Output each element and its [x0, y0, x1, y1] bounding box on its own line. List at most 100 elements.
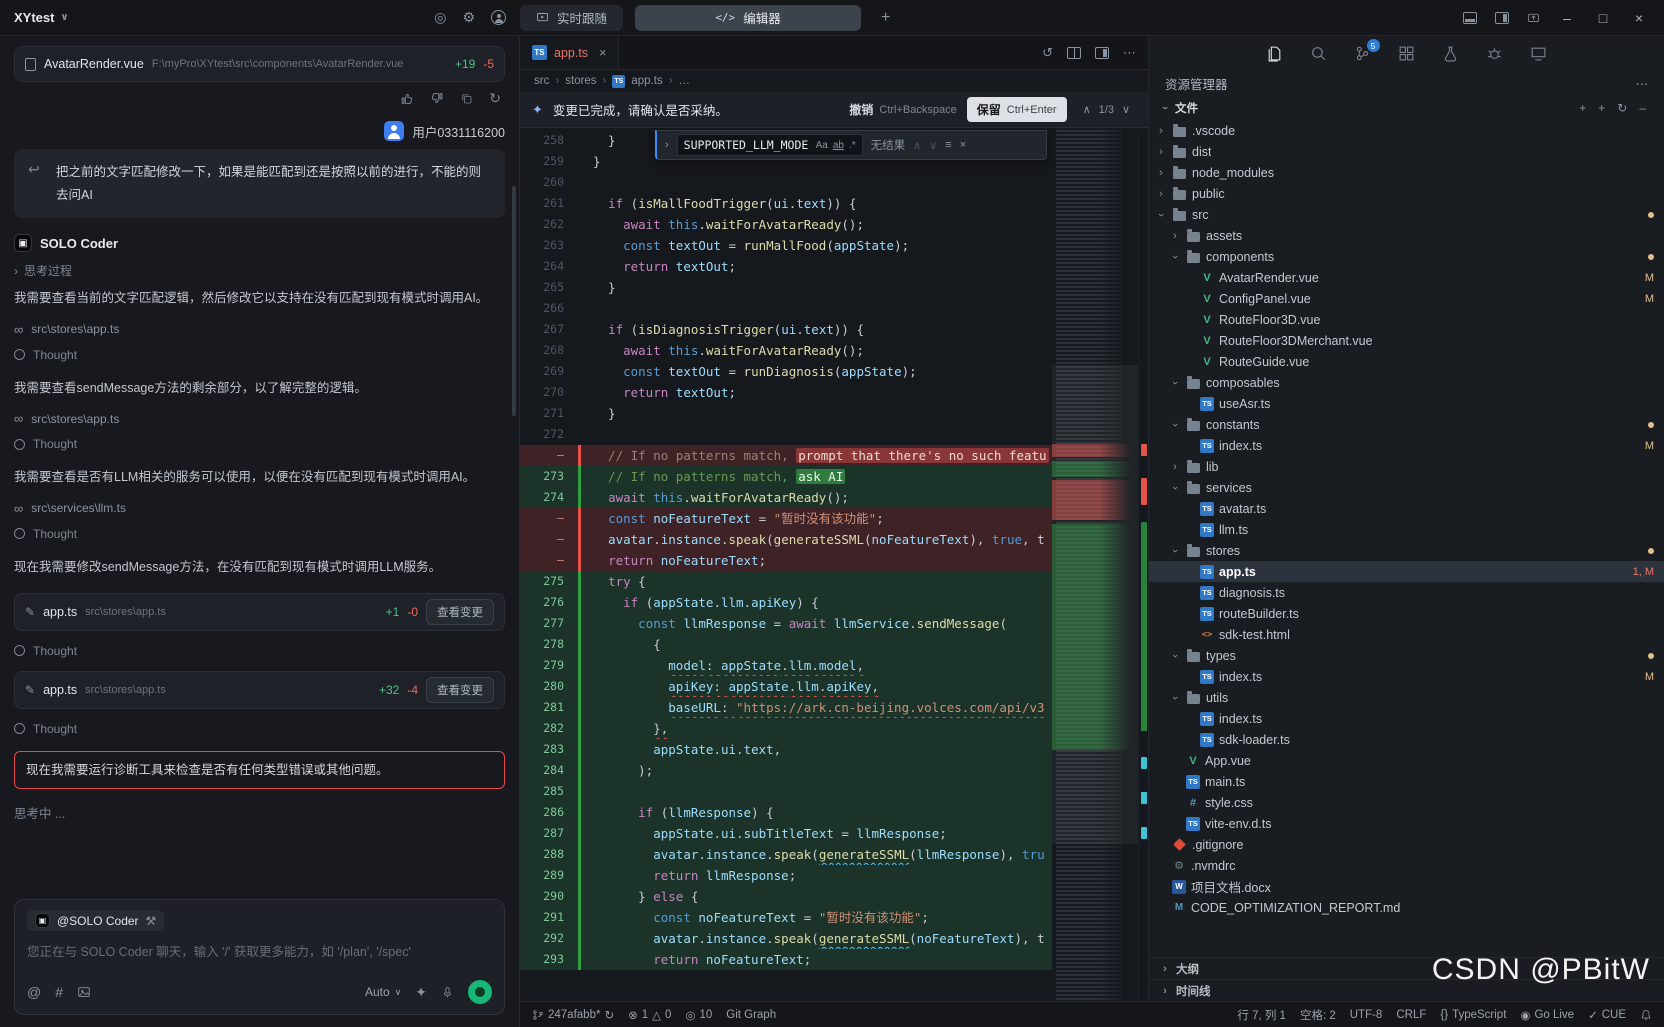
tree-item[interactable]: ›⚙.nvmdrc	[1149, 855, 1664, 876]
more-actions-icon[interactable]: ⋯	[1636, 76, 1649, 91]
cursor-position-item[interactable]: 行 7, 列 1	[1237, 1007, 1286, 1023]
problems-item[interactable]: ⊗1 △0	[628, 1008, 671, 1022]
tree-item[interactable]: ›TSindex.ts	[1149, 708, 1664, 729]
code-line[interactable]: 288 avatar.instance.speak(generateSSML(l…	[520, 844, 1052, 865]
code-line[interactable]: 290 } else {	[520, 886, 1052, 907]
file-reference[interactable]: ∞src\stores\app.ts	[14, 411, 505, 426]
regex-icon[interactable]: .*	[849, 140, 856, 151]
code-line[interactable]: 270 return textOut;	[520, 382, 1052, 403]
code-line[interactable]: 272	[520, 424, 1052, 445]
code-line[interactable]: 271 }	[520, 403, 1052, 424]
code-line[interactable]: – const noFeatureText = "暂时没有该功能";	[520, 508, 1052, 529]
target-icon[interactable]: ◎	[434, 9, 446, 26]
tree-item[interactable]: ›components	[1149, 246, 1664, 267]
history-icon[interactable]: ↺	[1042, 45, 1053, 61]
tree-item[interactable]: ›services	[1149, 477, 1664, 498]
project-menu[interactable]: XYtest ∨	[14, 10, 69, 25]
code-line[interactable]: 273 // If no patterns match, ask AI	[520, 466, 1052, 487]
code-line[interactable]: 268 await this.waitForAvatarReady();	[520, 340, 1052, 361]
code-line[interactable]: 284 );	[520, 760, 1052, 781]
new-folder-icon[interactable]: +	[1598, 101, 1605, 115]
tree-item[interactable]: ›VApp.vue	[1149, 750, 1664, 771]
sparkle-icon[interactable]: ✦	[415, 984, 427, 1001]
encoding-item[interactable]: UTF-8	[1350, 1009, 1383, 1021]
breadcrumb-stores[interactable]: stores	[565, 75, 596, 87]
chat-input[interactable]: 您正在与 SOLO Coder 聊天，输入 '/' 获取更多能力，如 '/pla…	[27, 941, 492, 960]
breadcrumb[interactable]: src› stores› TS app.ts› …	[520, 70, 1148, 92]
undo-changes-button[interactable]: 撤销 Ctrl+Backspace	[849, 101, 956, 118]
tree-item[interactable]: ›#style.css	[1149, 792, 1664, 813]
tree-item[interactable]: ›stores	[1149, 540, 1664, 561]
tree-item[interactable]: ›MCODE_OPTIMIZATION_REPORT.md	[1149, 897, 1664, 918]
language-item[interactable]: {}TypeScript	[1440, 1009, 1506, 1021]
editor-tab-app-ts[interactable]: TS app.ts ×	[520, 36, 619, 69]
minimap[interactable]	[1052, 130, 1138, 1001]
regenerate-icon[interactable]: ↻	[489, 90, 501, 107]
code-line[interactable]: 292 avatar.instance.speak(generateSSML(n…	[520, 928, 1052, 949]
toggle-sidebar-icon[interactable]	[1495, 12, 1509, 24]
tree-item[interactable]: ›.gitignore	[1149, 834, 1664, 855]
find-prev-icon[interactable]: ∧	[913, 139, 921, 152]
minimize-button[interactable]: –	[1558, 10, 1576, 26]
breadcrumb-file[interactable]: app.ts	[631, 75, 662, 87]
git-branch-item[interactable]: 247afabb* ↻	[532, 1008, 614, 1022]
tree-item[interactable]: ›TSllm.ts	[1149, 519, 1664, 540]
maximize-button[interactable]: □	[1594, 10, 1612, 26]
sync-icon[interactable]: ↻	[604, 1008, 614, 1022]
tree-item[interactable]: ›TSmain.ts	[1149, 771, 1664, 792]
code-line[interactable]: 261 if (isMallFoodTrigger(ui.text)) {	[520, 193, 1052, 214]
match-case-icon[interactable]: Aa	[816, 140, 828, 151]
whole-word-icon[interactable]: ab	[833, 140, 844, 151]
tree-item[interactable]: ›W项目文档.docx	[1149, 876, 1664, 897]
tree-item[interactable]: ›TSsdk-loader.ts	[1149, 729, 1664, 750]
code-line[interactable]: 286 if (llmResponse) {	[520, 802, 1052, 823]
keep-changes-button[interactable]: 保留 Ctrl+Enter	[967, 97, 1067, 122]
tree-item[interactable]: ›VConfigPanel.vueM	[1149, 288, 1664, 309]
code-line[interactable]: – return noFeatureText;	[520, 550, 1052, 571]
code-line[interactable]: 269 const textOut = runDiagnosis(appStat…	[520, 361, 1052, 382]
model-selector[interactable]: Auto ∨	[365, 985, 401, 999]
tree-item[interactable]: ›TSavatar.ts	[1149, 498, 1664, 519]
find-expand-icon[interactable]: ›	[665, 139, 669, 151]
file-reference[interactable]: ∞src\stores\app.ts	[14, 322, 505, 337]
close-find-icon[interactable]: ×	[960, 139, 966, 151]
tree-item[interactable]: ›VRouteFloor3DMerchant.vue	[1149, 330, 1664, 351]
code-line[interactable]: 260	[520, 172, 1052, 193]
code-line[interactable]: 281 baseURL: "https://ark.cn-beijing.vol…	[520, 697, 1052, 718]
notifications-bell-icon[interactable]	[1640, 1009, 1652, 1021]
code-line[interactable]: 279 model: appState.llm.model,	[520, 655, 1052, 676]
breadcrumb-more[interactable]: …	[679, 75, 691, 87]
code-line[interactable]: 280 apiKey: appState.llm.apiKey,	[520, 676, 1052, 697]
voice-record-button[interactable]	[468, 980, 492, 1004]
code-line[interactable]: 291 const noFeatureText = "暂时没有该功能";	[520, 907, 1052, 928]
remote-icon[interactable]	[1529, 43, 1549, 63]
next-change-icon[interactable]: ∨	[1122, 103, 1130, 116]
tree-item[interactable]: ›TSindex.tsM	[1149, 435, 1664, 456]
code-line[interactable]: 285	[520, 781, 1052, 802]
files-section-header[interactable]: › 文件 + + ↻ –	[1149, 96, 1664, 120]
layout-icon[interactable]	[1095, 47, 1109, 59]
tree-item[interactable]: ›assets	[1149, 225, 1664, 246]
close-button[interactable]: ×	[1630, 10, 1648, 26]
code-line[interactable]: 275 try {	[520, 571, 1052, 592]
code-line[interactable]: 266	[520, 298, 1052, 319]
agent-chip[interactable]: ▣ @SOLO Coder ⚒	[27, 910, 164, 931]
screen-share-icon[interactable]	[1527, 11, 1540, 24]
code-line[interactable]: 262 await this.waitForAvatarReady();	[520, 214, 1052, 235]
prev-change-icon[interactable]: ∧	[1083, 103, 1091, 116]
code-line[interactable]: 277 const llmResponse = await llmService…	[520, 613, 1052, 634]
code-line[interactable]: 283 appState.ui.text,	[520, 739, 1052, 760]
tree-item[interactable]: ›dist	[1149, 141, 1664, 162]
code-line[interactable]: 293 return noFeatureText;	[520, 949, 1052, 970]
thinking-process-toggle[interactable]: › 思考过程	[14, 262, 505, 279]
tree-item[interactable]: ›<>sdk-test.html	[1149, 624, 1664, 645]
ports-item[interactable]: ◎10	[685, 1008, 712, 1022]
settings-gear-icon[interactable]: ⚙	[462, 9, 475, 26]
tab-editor[interactable]: </> 编辑器	[635, 5, 861, 31]
indent-item[interactable]: 空格: 2	[1300, 1007, 1336, 1023]
tree-item[interactable]: ›TSdiagnosis.ts	[1149, 582, 1664, 603]
cue-item[interactable]: ✓CUE	[1588, 1008, 1626, 1022]
code-line[interactable]: 278 {	[520, 634, 1052, 655]
code-line[interactable]: 265 }	[520, 277, 1052, 298]
tree-item[interactable]: ›node_modules	[1149, 162, 1664, 183]
